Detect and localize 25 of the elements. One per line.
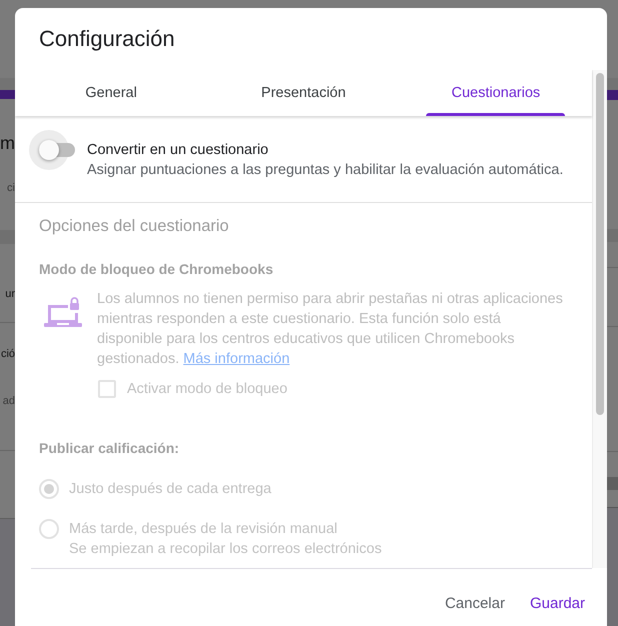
tab[interactable]: Presentación	[236, 70, 371, 116]
checkbox-label: Activar modo de bloqueo	[127, 380, 288, 399]
scrollbar-thumb[interactable]	[596, 73, 604, 415]
release-grade-title: Publicar calificación:	[39, 439, 180, 458]
tab[interactable]: General	[60, 70, 162, 116]
backdrop-text: m	[0, 132, 15, 154]
section-heading: Opciones del cuestionario	[39, 216, 230, 237]
lockdown-title: Modo de bloqueo de Chromebooks	[39, 260, 274, 279]
backdrop-text: ció	[0, 347, 15, 361]
lockdown-description: Los alumnos no tienen permiso para abrir pestañas ni otras aplicaciones mientras responden a este cuestionario. Esta función solo está disponible para los centros educativos que utilicen Chromebooks gestionados. Más información	[97, 290, 564, 369]
backdrop-text: ur	[5, 287, 15, 301]
quiz-toggle[interactable]	[29, 130, 77, 170]
option-note: Se empiezan a recopilar los correos electrónicos	[69, 540, 382, 559]
tab[interactable]: Cuestionarios	[426, 70, 566, 116]
option-label: Más tarde, después de la revisión manual	[69, 520, 338, 539]
scrollbar[interactable]	[592, 70, 607, 568]
toggle-label: Convertir en un cuestionario	[87, 141, 270, 160]
toggle-description: Asignar puntuaciones a las preguntas y habilitar la evaluación automática.	[87, 161, 564, 180]
backdrop-text: ad	[2, 394, 15, 408]
dialog-title: Configuración	[38, 25, 176, 53]
dialog-button[interactable]: Cancelar	[436, 585, 513, 621]
laptop-lock-icon	[44, 297, 82, 327]
backdrop-text: ci	[7, 181, 15, 195]
option-label: Justo después de cada entrega	[69, 480, 272, 499]
dialog-button[interactable]: Guardar	[522, 585, 593, 621]
